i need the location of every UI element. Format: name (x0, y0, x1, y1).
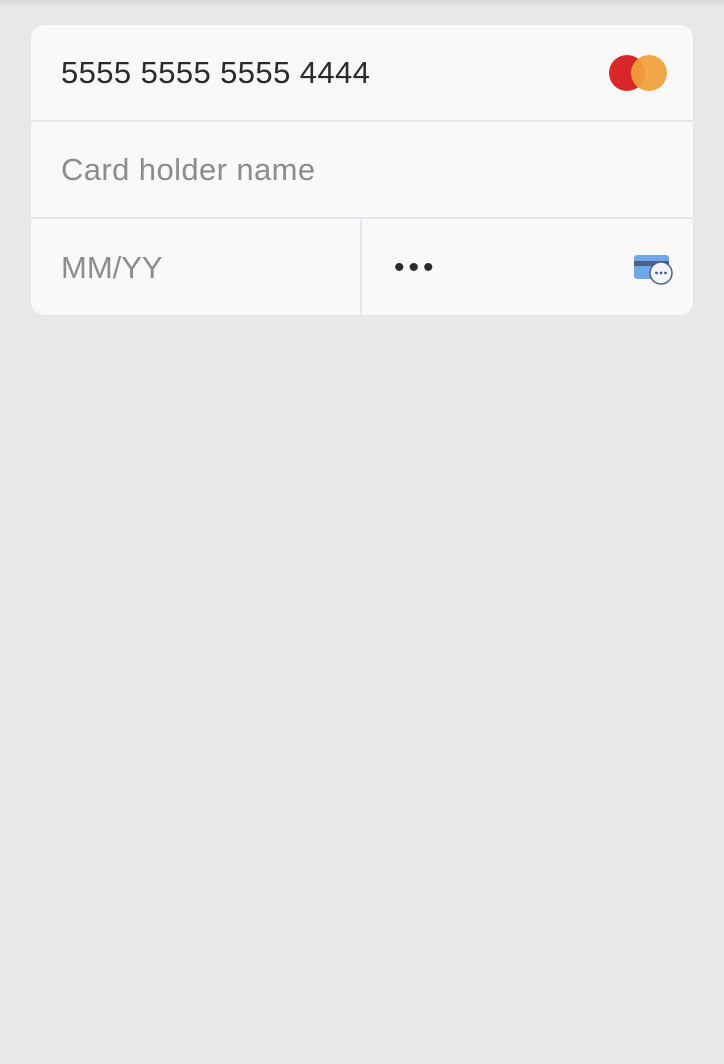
vertical-divider (360, 219, 362, 315)
top-shadow (0, 0, 724, 8)
mastercard-logo-icon (609, 55, 667, 91)
card-number-row[interactable]: 5555 5555 5555 4444 (31, 25, 693, 122)
mastercard-orange-circle (631, 55, 667, 91)
card-holder-row[interactable]: Card holder name (31, 122, 693, 219)
card-holder-name-field[interactable]: Card holder name (61, 122, 316, 217)
card-cvc-icon (634, 255, 673, 285)
card-number-field[interactable]: 5555 5555 5555 4444 (61, 25, 370, 120)
expiry-date-field[interactable]: MM/YY (61, 219, 163, 315)
expiry-cvc-row: MM/YY ••• (31, 219, 693, 315)
cvc-field[interactable]: ••• (394, 219, 438, 315)
card-input-form: 5555 5555 5555 4444 Card holder name MM/… (30, 24, 694, 316)
